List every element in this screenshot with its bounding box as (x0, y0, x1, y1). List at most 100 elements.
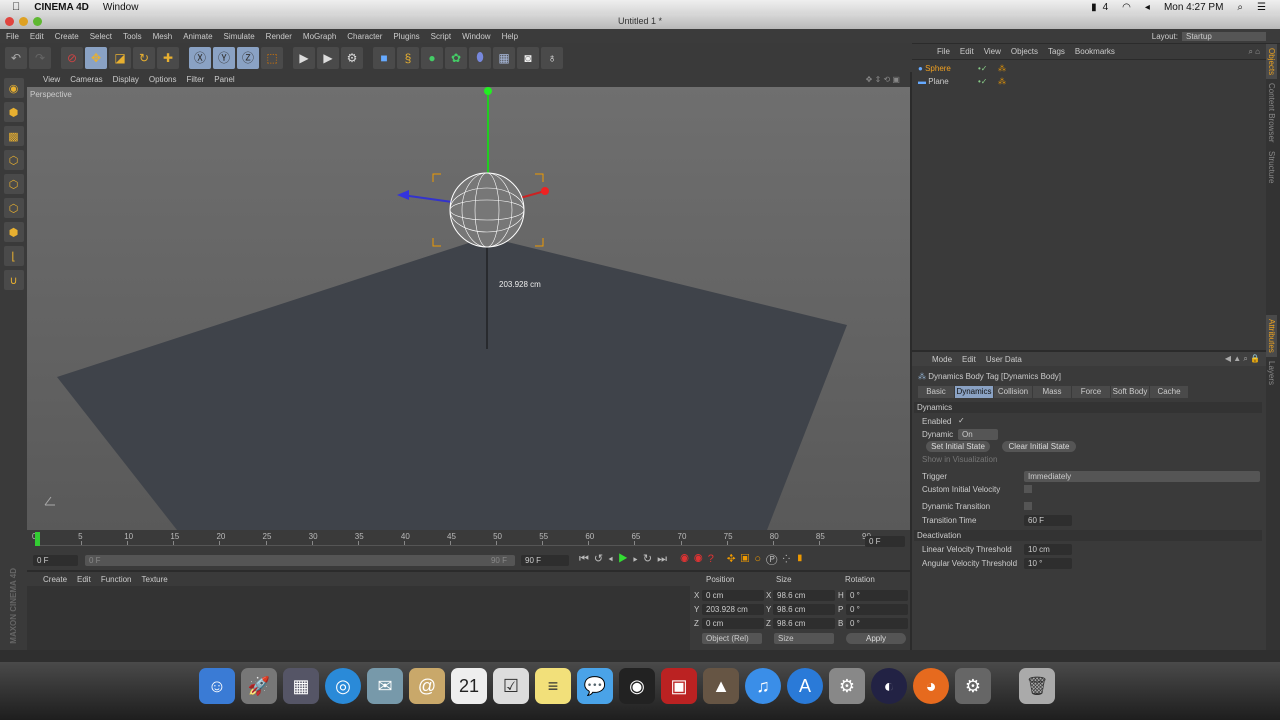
menu-mograph[interactable]: MoGraph (303, 32, 336, 41)
key-scale-icon[interactable]: ▣ (741, 553, 755, 565)
viewport-nav-icons[interactable]: ✥ ⇕ ⟲ ▣ (866, 75, 900, 84)
objects-menu-tags[interactable]: Tags (1048, 47, 1065, 56)
size-y-field[interactable]: 98.6 cm (773, 604, 835, 615)
menu-script[interactable]: Script (431, 32, 451, 41)
light-icon[interactable]: ♁ (541, 46, 563, 69)
layout-dropdown[interactable]: Startup (1182, 31, 1266, 41)
dynamic-transition-checkbox[interactable] (1024, 502, 1032, 510)
firefox-icon[interactable]: ◕ (913, 668, 949, 704)
floor-icon[interactable]: ▦ (493, 46, 515, 69)
tab-collision[interactable]: Collision (994, 386, 1032, 398)
redo-icon[interactable]: ↷ (29, 46, 51, 69)
start-frame-field[interactable]: 0 F (33, 555, 78, 566)
key-pla-icon[interactable]: ⁘ (782, 553, 795, 565)
menu-file[interactable]: File (6, 32, 19, 41)
visibility-toggle[interactable]: •✓ (978, 64, 988, 73)
autokey-icon[interactable]: ◉ (694, 553, 708, 565)
custom-initial-velocity-checkbox[interactable] (1024, 485, 1032, 493)
clear-initial-state-button[interactable]: Clear Initial State (1002, 441, 1076, 452)
x-axis-icon[interactable]: Ⓧ (189, 46, 211, 69)
render-settings-icon[interactable]: ⚙ (341, 46, 363, 69)
make-editable-icon[interactable]: ◉ (3, 78, 24, 98)
objects-menu-file[interactable]: File (937, 47, 950, 56)
viewport-menu-cameras[interactable]: Cameras (70, 75, 102, 84)
automator-icon[interactable]: ⚙ (955, 668, 991, 704)
timeline-ruler[interactable]: 051015202530354045505560657075808590 (32, 532, 871, 546)
object-row-plane[interactable]: ▬ Plane •✓ ⁂ (918, 77, 1006, 86)
attr-menu-mode[interactable]: Mode (932, 355, 952, 364)
material-menu-function[interactable]: Function (101, 575, 132, 584)
deformer-icon[interactable]: ⬮ (469, 46, 491, 69)
trash-icon[interactable]: 🗑 (1019, 668, 1055, 704)
battery-icon[interactable]: ▮ (1091, 2, 1097, 13)
position-x-field[interactable]: 0 cm (702, 590, 764, 601)
coordinate-system-icon[interactable]: ⬚ (261, 46, 283, 69)
angular-velocity-threshold-field[interactable]: 10 ° (1024, 558, 1072, 569)
facetime-icon[interactable]: ◉ (619, 668, 655, 704)
reminders-icon[interactable]: ☑ (493, 668, 529, 704)
menu-select[interactable]: Select (90, 32, 112, 41)
key-rotation-icon[interactable]: ○ (754, 553, 766, 565)
next-frame-icon[interactable]: ▸ (633, 553, 643, 565)
material-menu-texture[interactable]: Texture (142, 575, 168, 584)
apple-icon[interactable]:  (12, 1, 20, 13)
objects-menu-objects[interactable]: Objects (1011, 47, 1038, 56)
array-icon[interactable]: ✿ (445, 46, 467, 69)
spline-icon[interactable]: § (397, 46, 419, 69)
playhead[interactable] (35, 532, 40, 546)
section-dynamics[interactable]: Dynamics (914, 402, 1262, 413)
record-icon[interactable]: ◉ (680, 553, 694, 565)
side-tab-attributes[interactable]: Attributes (1266, 315, 1277, 357)
clock[interactable]: Mon 4:27 PM (1164, 2, 1223, 13)
wifi-icon[interactable]: ◠ (1122, 2, 1131, 13)
side-tab-objects[interactable]: Objects (1266, 44, 1277, 80)
range-slider[interactable]: 0 F 90 F (85, 555, 515, 566)
transition-time-field[interactable]: 60 F (1024, 515, 1072, 526)
scale-icon[interactable]: ◪ (109, 46, 131, 69)
tab-basic[interactable]: Basic (918, 386, 954, 398)
rotation-h-field[interactable]: 0 ° (846, 590, 908, 601)
dynamics-tag-icon[interactable]: ⁂ (998, 77, 1006, 86)
menu-mesh[interactable]: Mesh (153, 32, 173, 41)
nurbs-icon[interactable]: ● (421, 46, 443, 69)
side-tab-structure[interactable]: Structure (1266, 147, 1277, 187)
position-y-field[interactable]: 203.928 cm (702, 604, 764, 615)
cinema4d-icon[interactable]: ◐ (871, 668, 907, 704)
menu-create[interactable]: Create (55, 32, 79, 41)
material-menu-create[interactable]: Create (43, 575, 67, 584)
end-frame-field[interactable]: 90 F (521, 555, 569, 566)
set-initial-state-button[interactable]: Set Initial State (926, 441, 990, 452)
position-z-field[interactable]: 0 cm (702, 618, 764, 629)
iphoto-icon[interactable]: ▲ (703, 668, 739, 704)
volume-icon[interactable]: ◂ (1145, 2, 1150, 13)
live-selection-icon[interactable]: ⊘ (61, 46, 83, 69)
coordinate-mode-dropdown[interactable]: Object (Rel) (702, 633, 762, 644)
itunes-icon[interactable]: ♫ (745, 668, 781, 704)
move-icon[interactable]: ✥ (85, 46, 107, 69)
attr-nav-icons[interactable]: ◀ ▲ ⌕ 🔒 (1225, 354, 1260, 364)
camera-icon[interactable]: ◙ (517, 46, 539, 69)
launchpad-icon[interactable]: 🚀 (241, 668, 277, 704)
axis-mode-icon[interactable]: ⬡ (3, 150, 24, 170)
snap-icon[interactable]: ∪ (3, 270, 24, 290)
messages-icon[interactable]: 💬 (577, 668, 613, 704)
side-tab-layers[interactable]: Layers (1266, 357, 1277, 389)
finder-icon[interactable]: ☺ (199, 668, 235, 704)
object-search-icon[interactable]: ⌕ ⌂ (1248, 47, 1260, 57)
viewport-menu-view[interactable]: View (43, 75, 60, 84)
tab-dynamics[interactable]: Dynamics (955, 386, 993, 398)
viewport-menu-filter[interactable]: Filter (186, 75, 204, 84)
model-mode-icon[interactable]: ⬢ (3, 102, 24, 122)
close-button[interactable] (5, 17, 14, 26)
menu-plugins[interactable]: Plugins (393, 32, 419, 41)
key-position-icon[interactable]: ✥ (727, 553, 741, 565)
objects-menu-edit[interactable]: Edit (960, 47, 974, 56)
current-frame-field[interactable]: 0 F (865, 536, 905, 547)
cube-icon[interactable]: ■ (373, 46, 395, 69)
workplane-icon[interactable]: ⌊ (3, 246, 24, 266)
size-mode-dropdown[interactable]: Size (774, 633, 834, 644)
enabled-checkbox[interactable]: ✓ (958, 416, 965, 425)
render-picture-viewer-icon[interactable]: ▶ (317, 46, 339, 69)
photo-browser-icon[interactable]: ▦ (283, 668, 319, 704)
play-icon[interactable]: ▶ (618, 553, 633, 565)
